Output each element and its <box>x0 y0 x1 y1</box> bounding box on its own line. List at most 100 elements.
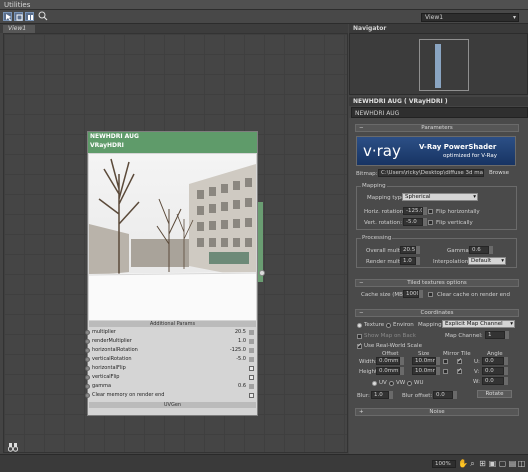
param-render-multiplier[interactable]: renderMultiplier 1.0 <box>85 337 256 346</box>
rollout-parameters[interactable]: − Parameters <box>355 124 519 132</box>
zoom-region-icon[interactable]: ⊞ <box>478 459 487 468</box>
param-vertical-rotation[interactable]: verticalRotation -5.0 <box>85 355 256 364</box>
blur-offset-field[interactable]: 0.0 <box>433 391 453 399</box>
node-header[interactable]: NEWHDRI AUG VRayHDRI <box>88 132 257 153</box>
spinner-icon[interactable] <box>416 257 420 265</box>
tab-view1[interactable]: View1 <box>3 25 35 33</box>
width-size-field[interactable]: 10.0mm <box>412 357 436 365</box>
interpolation-dropdown[interactable]: Default ▾ <box>468 257 506 265</box>
input-socket[interactable] <box>85 357 90 362</box>
tile-v-checkbox[interactable] <box>457 367 462 374</box>
param-horizontal-rotation[interactable]: horizontalRotation -125.0 <box>85 346 256 355</box>
spinner-icon[interactable] <box>436 357 440 365</box>
param-clear-memory[interactable]: Clear memory on render end <box>85 391 256 400</box>
input-socket[interactable] <box>85 393 90 398</box>
mirror-v-checkbox[interactable] <box>443 369 448 374</box>
pan-hand-icon[interactable]: ✋ <box>458 459 468 468</box>
spinner-icon[interactable] <box>423 207 427 215</box>
width-offset-field[interactable]: 0.0mm <box>376 357 400 365</box>
navigator-toggle-icon[interactable]: ▤ <box>508 459 517 468</box>
wu-radio[interactable] <box>407 381 412 386</box>
texture-radio[interactable] <box>357 323 362 328</box>
node-section-uvgen[interactable]: UVGen <box>89 402 256 408</box>
spinner-icon[interactable] <box>249 348 254 353</box>
output-socket[interactable] <box>259 270 265 276</box>
bitmap-path-field[interactable]: C:\Users\ricky\Desktop\diffuse 3d materi… <box>378 169 484 177</box>
input-socket[interactable] <box>85 384 90 389</box>
input-socket[interactable] <box>85 375 90 380</box>
binoculars-icon[interactable] <box>7 443 19 454</box>
param-horizontal-flip[interactable]: horizontalFlip <box>85 364 256 373</box>
maximize-icon[interactable]: ◫ <box>517 459 526 468</box>
param-value[interactable]: 0.6 <box>238 382 246 391</box>
navigator-viewport-frame[interactable] <box>419 39 469 91</box>
v-angle-field[interactable]: 0.0 <box>482 367 504 375</box>
vrayhdri-node[interactable]: NEWHDRI AUG VRayHDRI Additional Params m… <box>85 131 258 416</box>
navigator-panel[interactable] <box>349 33 528 95</box>
mapping-type-dropdown[interactable]: Spherical ▾ <box>402 193 478 201</box>
checkbox[interactable] <box>249 393 254 398</box>
horiz-rotation-field[interactable]: -125.0 <box>403 207 423 215</box>
spinner-icon[interactable] <box>504 367 508 375</box>
spinner-icon[interactable] <box>400 357 404 365</box>
checkbox[interactable] <box>249 366 254 371</box>
map-channel-field[interactable]: 1 <box>485 331 505 339</box>
param-multiplier[interactable]: multiplier 20.5 <box>85 328 256 337</box>
spinner-icon[interactable] <box>249 357 254 362</box>
spinner-icon[interactable] <box>489 246 493 254</box>
height-offset-field[interactable]: 0.0mm <box>376 367 400 375</box>
menu-utilities[interactable]: Utilities <box>4 1 30 9</box>
tile-u-checkbox[interactable] <box>457 357 462 364</box>
input-socket[interactable] <box>85 339 90 344</box>
spinner-icon[interactable] <box>504 357 508 365</box>
node-section-additional[interactable]: Additional Params <box>89 321 256 327</box>
vw-radio[interactable] <box>389 381 394 386</box>
zoom-icon[interactable] <box>38 11 48 21</box>
spinner-icon[interactable] <box>389 391 393 399</box>
spinner-icon[interactable] <box>504 377 508 385</box>
height-size-field[interactable]: 10.0mm <box>412 367 436 375</box>
zoom-extents-icon[interactable]: ▣ <box>488 459 497 468</box>
param-gamma[interactable]: gamma 0.6 <box>85 382 256 391</box>
render-mult-field[interactable]: 1.0 <box>400 257 416 265</box>
param-vertical-flip[interactable]: verticalFlip <box>85 373 256 382</box>
u-angle-field[interactable]: 0.0 <box>482 357 504 365</box>
zoom-icon[interactable]: ⌕ <box>468 459 477 468</box>
material-name-field[interactable]: NEWHDRI AUG <box>351 107 528 118</box>
param-value[interactable]: 20.5 <box>235 328 246 337</box>
blur-field[interactable]: 1.0 <box>371 391 389 399</box>
pan-tool-icon[interactable] <box>14 12 23 21</box>
show-map-on-back-checkbox[interactable] <box>357 334 362 339</box>
cache-size-field[interactable]: 1000 <box>403 290 419 298</box>
input-socket[interactable] <box>85 330 90 335</box>
mirror-u-checkbox[interactable] <box>443 359 448 364</box>
spinner-icon[interactable] <box>436 367 440 375</box>
gamma-field[interactable]: 0.6 <box>469 246 489 254</box>
use-real-world-checkbox[interactable] <box>357 342 362 349</box>
spinner-icon[interactable] <box>505 331 509 339</box>
spinner-icon[interactable] <box>423 218 427 226</box>
zoom-selected-icon[interactable]: ▢ <box>498 459 507 468</box>
spinner-icon[interactable] <box>249 384 254 389</box>
overall-mult-field[interactable]: 20.5 <box>400 246 416 254</box>
rollout-tiled-textures[interactable]: − Tiled textures options <box>355 279 519 287</box>
vert-rotation-field[interactable]: -5.0 <box>403 218 423 226</box>
rollout-coordinates[interactable]: − Coordinates <box>355 309 519 317</box>
view-select[interactable]: View1 ▾ <box>421 13 519 22</box>
param-value[interactable]: -5.0 <box>236 355 246 364</box>
checkbox[interactable] <box>249 375 254 380</box>
input-socket[interactable] <box>85 366 90 371</box>
w-angle-field[interactable]: 0.0 <box>482 377 504 385</box>
uv-radio[interactable] <box>372 381 377 386</box>
spinner-icon[interactable] <box>419 290 423 298</box>
flip-vertically-checkbox[interactable] <box>428 220 433 225</box>
spinner-icon[interactable] <box>453 391 457 399</box>
param-value[interactable]: 1.0 <box>238 337 246 346</box>
rotate-button[interactable]: Rotate <box>477 390 512 398</box>
flip-horizontally-checkbox[interactable] <box>428 209 433 214</box>
select-tool-icon[interactable] <box>3 12 12 21</box>
mapping-dropdown[interactable]: Explicit Map Channel ▾ <box>442 320 515 328</box>
browse-button[interactable]: Browse <box>486 169 512 177</box>
zoom-field[interactable]: 100% <box>432 460 456 468</box>
rollout-noise[interactable]: + Noise <box>355 408 519 416</box>
